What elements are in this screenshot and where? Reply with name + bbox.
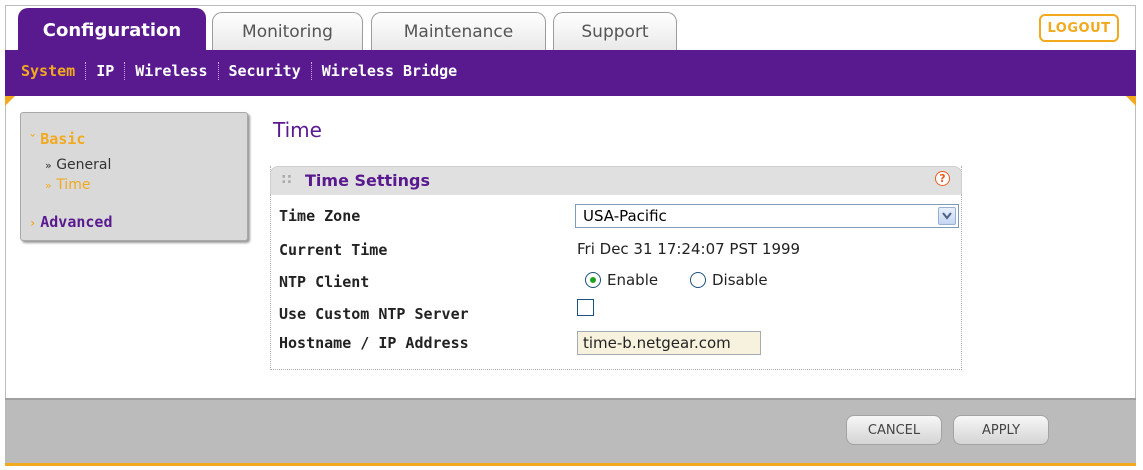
sidebar-item-general[interactable]: » General <box>45 157 111 173</box>
sidebar-arrow-icon: » <box>45 159 52 172</box>
cancel-button[interactable]: CANCEL <box>846 415 942 445</box>
subnav-wireless[interactable]: Wireless <box>135 62 207 80</box>
page-title: Time <box>273 118 322 142</box>
subnav-security[interactable]: Security <box>229 62 301 80</box>
help-icon[interactable]: ? <box>935 171 950 186</box>
custom-ntp-checkbox[interactable] <box>577 299 594 316</box>
sub-navigation: System IP Wireless Security Wireless Bri… <box>5 50 1136 96</box>
custom-ntp-label: Use Custom NTP Server <box>279 305 469 323</box>
subnav-separator <box>310 62 312 80</box>
bottom-accent-line <box>5 463 1136 466</box>
time-zone-value: USA-Pacific <box>583 207 667 225</box>
time-zone-label: Time Zone <box>279 207 361 225</box>
sidebar-item-label: Basic <box>40 130 86 148</box>
current-time-value: Fri Dec 31 17:24:07 PST 1999 <box>577 240 801 258</box>
sidebar-item-label: General <box>56 157 112 173</box>
subnav-system[interactable]: System <box>21 62 75 80</box>
ntp-enable-radio[interactable] <box>585 271 601 288</box>
ntp-disable-radio[interactable] <box>690 271 706 288</box>
tab-monitoring[interactable]: Monitoring <box>212 12 363 50</box>
ntp-client-label: NTP Client <box>279 273 370 291</box>
tab-configuration[interactable]: Configuration <box>18 8 206 52</box>
corner-accent <box>5 96 15 106</box>
subnav-wireless-bridge[interactable]: Wireless Bridge <box>322 62 457 80</box>
time-settings-header: :: Time Settings <box>270 166 962 195</box>
hostname-input[interactable] <box>577 331 761 355</box>
tab-support[interactable]: Support <box>553 12 677 50</box>
apply-button[interactable]: APPLY <box>953 415 1049 445</box>
subnav-ip[interactable]: IP <box>96 62 114 80</box>
time-zone-select[interactable]: USA-Pacific <box>575 204 959 228</box>
section-title: Time Settings <box>305 171 431 190</box>
corner-accent <box>1126 96 1136 106</box>
grip-icon: :: <box>281 171 293 187</box>
subnav-separator <box>124 62 126 80</box>
sidebar-item-basic[interactable]: ˇ Basic <box>29 130 85 148</box>
sidebar: ˇ Basic » General » Time › Advanced <box>20 112 248 241</box>
ntp-enable-label: Enable <box>607 270 659 289</box>
current-time-label: Current Time <box>279 241 388 259</box>
subnav-separator <box>85 62 87 80</box>
logout-button[interactable]: LOGOUT <box>1039 14 1119 42</box>
ntp-disable-option[interactable]: Disable <box>690 269 768 289</box>
subnav-separator <box>217 62 219 80</box>
ntp-enable-option[interactable]: Enable <box>585 269 658 289</box>
chevron-down-icon[interactable] <box>938 207 956 225</box>
tab-maintenance[interactable]: Maintenance <box>371 12 546 50</box>
sidebar-item-label: Advanced <box>40 213 113 231</box>
sidebar-item-label: Time <box>56 177 91 193</box>
chevron-down-icon: ˇ <box>29 133 37 147</box>
sidebar-item-time[interactable]: » Time <box>45 177 90 193</box>
sidebar-arrow-icon: › <box>29 216 37 230</box>
ntp-disable-label: Disable <box>712 270 768 289</box>
hostname-label: Hostname / IP Address <box>279 334 469 352</box>
sidebar-arrow-icon: » <box>45 179 52 192</box>
sidebar-item-advanced[interactable]: › Advanced <box>29 213 112 231</box>
